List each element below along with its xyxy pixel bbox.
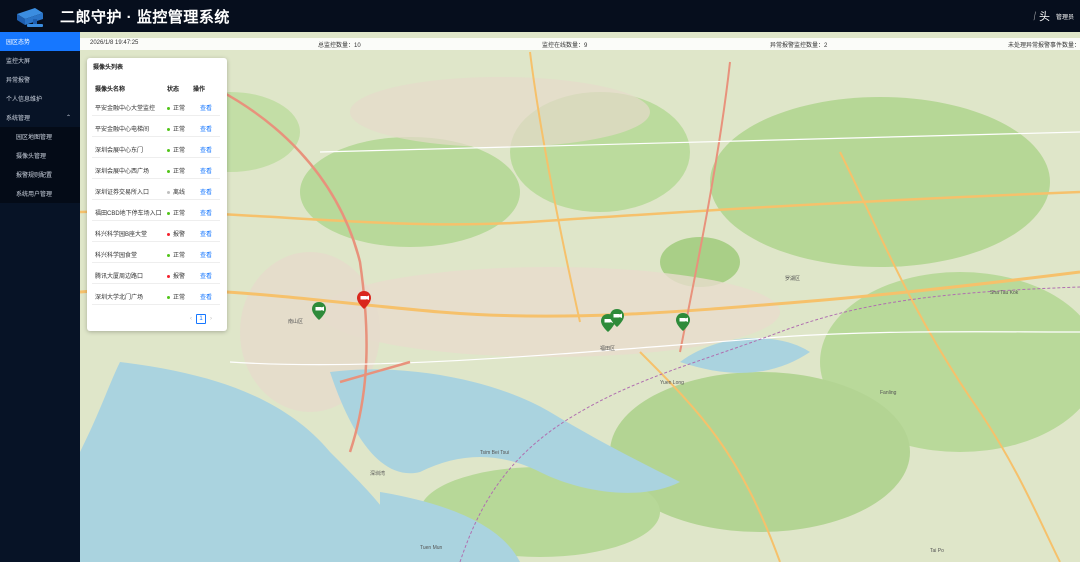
map-tiles [80,32,1080,562]
table-row: 科兴科学园食堂 正常 查看 [92,242,220,263]
camera-name: 平安金融中心电梯间 [95,127,150,133]
view-link[interactable]: 查看 [200,166,212,175]
view-link[interactable]: 查看 [200,124,212,133]
status-badge: 报警 [167,271,185,280]
camera-marker-normal[interactable] [676,313,690,331]
user-name[interactable]: 管理员 [1056,12,1074,21]
avatar[interactable]: ⟋ 头 [1029,8,1050,24]
sidebar-item-users[interactable]: 系统用户管理 [0,184,80,203]
view-link[interactable]: 查看 [200,145,212,154]
camera-marker-icon [610,309,624,327]
page-number[interactable]: 1 [196,314,206,324]
camera-marker-alarm[interactable] [357,291,371,309]
camera-marker-normal[interactable] [312,302,326,320]
view-link[interactable]: 查看 [200,271,212,280]
table-row: 深圳会展中心东门 正常 查看 [92,137,220,158]
camera-list-panel: 摄像头列表 摄像头名称 状态 操作 平安金融中心大堂监控 正常 查看 平安金融中… [87,58,227,331]
table-row: 腾讯大厦周边路口 报警 查看 [92,263,220,284]
table-row: 平安金融中心电梯间 正常 查看 [92,116,220,137]
status-badge: 报警 [167,229,185,238]
sidebar-item-monitor-screen[interactable]: 监控大屏 [0,51,80,70]
view-link[interactable]: 查看 [200,208,212,217]
pending-alarm-events: 未处理异常报警事件数量： [1008,43,1080,49]
camera-name: 科兴科学园食堂 [95,253,138,259]
alarm-monitors: 异常报警监控数量：2 [770,43,828,49]
status-badge: 正常 [167,103,185,112]
view-link[interactable]: 查看 [200,292,212,301]
view-link[interactable]: 查看 [200,250,212,259]
table-row: 平安金融中心大堂监控 正常 查看 [92,95,220,116]
column-header-name: 摄像头名称 [95,87,126,93]
camera-name: 深圳会展中心西广场 [95,169,150,175]
online-monitors: 监控在线数量：9 [542,43,588,49]
sidebar: 园区态势 监控大屏 异常报警 个人信息维护 系统管理 ⌃ 园区地图管理 摄像头管… [0,32,80,562]
status-badge: 正常 [167,208,185,217]
table-row: 科兴科学园B座大堂 报警 查看 [92,221,220,242]
column-header-status: 状态 [167,87,180,93]
system-submenu: 园区地图管理 摄像头管理 报警规则配置 系统用户管理 [0,127,80,203]
chevron-right-icon[interactable]: › [210,316,212,322]
sidebar-item-alarms[interactable]: 异常报警 [0,70,80,89]
camera-marker-icon [676,313,690,331]
status-badge: 正常 [167,166,185,175]
app-title: 二郎守护 · 监控管理系统 [60,8,230,26]
sidebar-item-alarm-rules[interactable]: 报警规则配置 [0,165,80,184]
camera-name: 福田CBD地下停车场入口 [95,211,162,217]
park-map[interactable] [80,32,1080,562]
camera-name: 深圳会展中心东门 [95,148,144,154]
status-badge: 正常 [167,124,185,133]
sidebar-item-system[interactable]: 系统管理 ⌃ [0,108,80,127]
sidebar-item-park-overview[interactable]: 园区态势 [0,32,80,51]
camera-name: 平安金融中心大堂监控 [95,106,156,112]
table-row: 深圳会展中心西广场 正常 查看 [92,158,220,179]
table-row: 福田CBD地下停车场入口 正常 查看 [92,200,220,221]
table-row: 深圳大学北门广场 正常 查看 [92,284,220,305]
current-datetime: 2026/1/8 19:47:25 [90,40,139,46]
status-badge: 离线 [167,187,185,196]
sidebar-item-profile[interactable]: 个人信息维护 [0,89,80,108]
sidebar-item-map-management[interactable]: 园区地图管理 [0,127,80,146]
camera-name: 科兴科学园B座大堂 [95,232,148,238]
camera-marker-normal[interactable] [610,309,624,327]
view-link[interactable]: 查看 [200,187,212,196]
camera-name: 深圳证券交易所入口 [95,190,150,196]
sidebar-item-label: 系统管理 [6,116,31,122]
table-row: 深圳证券交易所入口 离线 查看 [92,179,220,200]
avatar-text: 头 [1038,11,1050,23]
pagination: ‹ 1 › [190,314,212,324]
logo-icon [0,0,60,32]
user-area[interactable]: ⟋ 头 管理员 [1029,0,1074,32]
status-badge: 正常 [167,250,185,259]
camera-name: 腾讯大厦周边路口 [95,274,144,280]
status-badge: 正常 [167,145,185,154]
column-header-action: 操作 [193,87,206,93]
sidebar-item-camera-management[interactable]: 摄像头管理 [0,146,80,165]
app-root: 二郎守护 · 监控管理系统 ⟋ 头 管理员 园区态势 监控大屏 异常报警 个人信息… [0,0,1080,562]
view-link[interactable]: 查看 [200,103,212,112]
stats-bar: 2026/1/8 19:47:25 总监控数量：10 监控在线数量：9 异常报警… [80,38,1080,50]
camera-marker-icon [357,291,371,309]
top-header: 二郎守护 · 监控管理系统 ⟋ 头 管理员 [0,0,1080,32]
camera-marker-icon [312,302,326,320]
camera-name: 深圳大学北门广场 [95,295,144,301]
view-link[interactable]: 查看 [200,229,212,238]
status-badge: 正常 [167,292,185,301]
chevron-left-icon[interactable]: ‹ [190,316,192,322]
chevron-up-icon: ⌃ [65,115,71,121]
panel-title: 摄像头列表 [93,65,124,71]
total-monitors: 总监控数量：10 [318,43,361,49]
